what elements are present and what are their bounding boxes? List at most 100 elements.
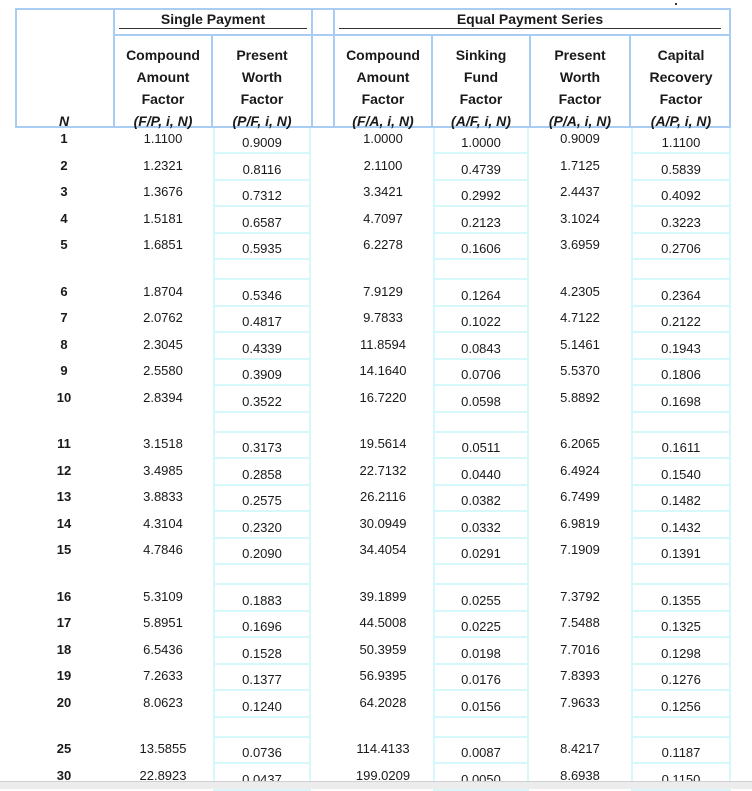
factor-value-af: 0.1264 (461, 287, 501, 303)
header-row-divider (115, 34, 731, 36)
factor-value-ap: 0.1943 (661, 340, 701, 356)
factor-value-fp: 6.5436 (143, 641, 183, 657)
cell-divider (213, 278, 311, 280)
column-header-line (15, 88, 113, 110)
factor-value-pf: 0.5346 (242, 287, 282, 303)
column-header-line: Compound (346, 47, 420, 63)
row-n-value: 8 (60, 336, 68, 352)
factor-value-af: 0.0382 (461, 493, 501, 508)
factor-value-af: 0.0440 (461, 466, 501, 482)
row-n-value: 20 (56, 694, 72, 710)
factor-value-fp: 1.3676 (143, 184, 183, 199)
group-title-single-payment: Single Payment (115, 8, 311, 32)
factor-value-fp: 5.8951 (143, 615, 183, 630)
column-header-fa: Compound Amount Factor (F/A, i, N) (335, 44, 431, 134)
factor-value-fp: 2.5580 (143, 363, 183, 378)
factor-value-pf: 0.3909 (242, 367, 282, 382)
factor-value-pa: 5.5370 (560, 363, 600, 378)
factor-value-pf: 0.2858 (242, 466, 282, 482)
row-n-value: 25 (56, 741, 72, 756)
factor-value-pf: 0.4817 (242, 314, 282, 329)
cell-divider (631, 735, 731, 738)
factor-value-af: 0.0332 (461, 519, 501, 535)
factor-value-fp: 1.6851 (143, 237, 183, 252)
factor-value-af: 0.0176 (461, 672, 501, 687)
cell-divider (631, 430, 731, 433)
row-n-value: 14 (56, 515, 72, 531)
row-n-value: 11 (57, 436, 71, 451)
column-header-line: Amount (136, 69, 190, 85)
factor-value-ap: 0.2122 (661, 314, 701, 329)
group-title-text: Single Payment (160, 11, 266, 27)
factor-value-fp: 1.2321 (143, 157, 183, 173)
row-n-value: 13 (56, 489, 72, 504)
factor-value-fa: 50.3959 (359, 641, 407, 657)
factor-value-fa: 1.0000 (363, 131, 403, 146)
factor-value-ap: 0.1256 (661, 698, 701, 714)
cell-divider (631, 583, 731, 585)
factor-value-fa: 34.4054 (359, 542, 407, 557)
factor-value-fp: 3.8833 (143, 489, 183, 504)
factor-value-fp: 1.8704 (143, 283, 183, 299)
column-header-line (15, 66, 113, 88)
row-n-value: 1 (60, 131, 68, 146)
factor-value-fa: 4.7097 (363, 210, 403, 226)
factor-value-af: 0.1022 (461, 314, 501, 329)
row-n-value: 10 (56, 389, 72, 405)
cell-divider (213, 430, 311, 433)
factor-value-af: 0.0156 (461, 698, 501, 714)
underline (339, 28, 721, 29)
column-header-line: Factor (240, 91, 284, 107)
factor-value-pa: 5.1461 (560, 336, 600, 352)
row-n-value: 19 (56, 668, 72, 683)
column-header-ap: Capital Recovery Factor (A/P, i, N) (631, 44, 731, 134)
factor-value-pa: 0.9009 (560, 131, 600, 146)
column-header-line: Worth (559, 69, 601, 85)
column-header-line: Recovery (649, 69, 713, 85)
column-header-line: Capital (657, 47, 705, 63)
factor-value-af: 1.0000 (461, 135, 501, 150)
factor-value-pa: 4.2305 (560, 283, 600, 299)
row-n-value: 2 (60, 157, 68, 173)
factor-value-pf: 0.1377 (242, 672, 282, 687)
row-n-value: 6 (60, 283, 68, 299)
column-header-line: Factor (558, 91, 602, 107)
row-n-value: 3 (60, 184, 68, 199)
factor-value-ap: 0.1698 (661, 393, 701, 409)
column-header-pf: Present Worth Factor (P/F, i, N) (213, 44, 311, 134)
cell-divider (433, 430, 529, 433)
cell-divider (213, 735, 311, 738)
factor-value-pa: 7.9633 (560, 694, 600, 710)
group-title-equal-payment-series: Equal Payment Series (335, 8, 725, 32)
row-n-value: 4 (60, 210, 68, 226)
factor-value-pa: 6.4924 (560, 462, 600, 478)
factor-value-ap: 0.3223 (661, 214, 701, 230)
factor-value-fa: 14.1640 (359, 363, 407, 378)
factor-value-pa: 1.7125 (560, 157, 600, 173)
cell-divider (631, 278, 731, 280)
column-header-line: Fund (463, 69, 499, 85)
factor-value-pa: 7.8393 (560, 668, 600, 683)
cell-divider (213, 583, 311, 585)
factor-value-fp: 2.8394 (143, 389, 183, 405)
column-header-line: Present (554, 47, 606, 63)
factor-value-fa: 39.1899 (359, 588, 407, 604)
factor-value-pa: 7.1909 (560, 542, 600, 557)
column-header-line: Factor (141, 91, 185, 107)
row-n-value: 17 (56, 615, 72, 630)
factor-value-af: 0.0706 (461, 367, 501, 382)
column-header-line: Factor (659, 91, 703, 107)
factor-value-fp: 1.1100 (143, 131, 183, 146)
factor-value-pf: 0.7312 (242, 188, 282, 203)
column-header-line: Worth (241, 69, 283, 85)
column-header-line (15, 44, 113, 66)
column-header-line: Factor (361, 91, 405, 107)
factor-value-fa: 19.5614 (359, 436, 407, 451)
column-header-line: Compound (126, 47, 200, 63)
factor-value-fa: 44.5008 (359, 615, 407, 630)
factor-value-ap: 0.1540 (661, 466, 701, 482)
factor-value-af: 0.0198 (461, 645, 501, 661)
factor-value-af: 0.1606 (461, 241, 501, 256)
factor-value-fa: 64.2028 (359, 694, 407, 710)
row-n-value: 12 (56, 462, 72, 478)
